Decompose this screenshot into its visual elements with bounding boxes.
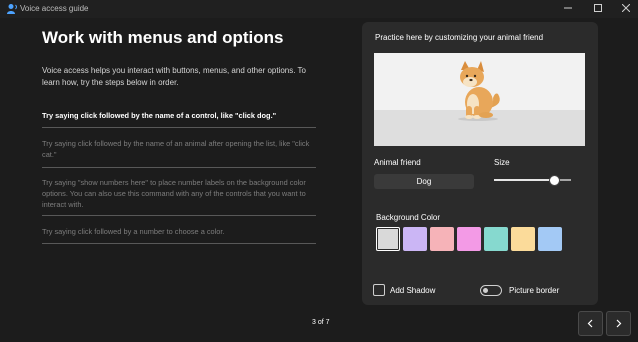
shiba-dog-illustration xyxy=(458,61,500,121)
divider xyxy=(42,243,316,244)
window-title: Voice access guide xyxy=(20,4,89,13)
toggle-knob xyxy=(483,288,488,293)
color-swatch-6[interactable] xyxy=(511,227,535,251)
color-swatch-1[interactable] xyxy=(376,227,400,251)
size-label: Size xyxy=(494,158,510,167)
person-voice-icon xyxy=(7,4,17,14)
minimize-button[interactable] xyxy=(554,1,582,17)
step-4: Try saying click followed by a number to… xyxy=(42,227,225,236)
practice-panel: Practice here by customizing your animal… xyxy=(362,22,598,305)
divider xyxy=(42,127,316,128)
panel-title: Practice here by customizing your animal… xyxy=(375,33,544,42)
add-shadow-checkbox[interactable] xyxy=(373,284,385,296)
next-button[interactable] xyxy=(606,311,631,336)
maximize-icon xyxy=(594,4,602,12)
animal-friend-label: Animal friend xyxy=(374,158,421,167)
add-shadow-label: Add Shadow xyxy=(390,286,436,295)
intro-text: Voice access helps you interact with but… xyxy=(42,66,307,87)
background-color-label: Background Color xyxy=(376,213,441,222)
animal-friend-dropdown[interactable]: Dog xyxy=(374,174,474,189)
size-slider-fill xyxy=(494,179,555,181)
size-slider[interactable] xyxy=(494,175,571,186)
step-1: Try saying click followed by the name of… xyxy=(42,111,277,120)
color-swatch-3[interactable] xyxy=(430,227,454,251)
close-icon xyxy=(621,3,631,13)
page-title: Work with menus and options xyxy=(42,28,284,47)
close-button[interactable] xyxy=(612,1,638,17)
page-indicator: 3 of 7 xyxy=(312,319,330,326)
title-bar: Voice access guide xyxy=(0,0,638,18)
color-swatch-5[interactable] xyxy=(484,227,508,251)
previous-button[interactable] xyxy=(578,311,603,336)
divider xyxy=(42,215,316,216)
color-swatch-4[interactable] xyxy=(457,227,481,251)
picture-border-label: Picture border xyxy=(509,286,560,295)
maximize-button[interactable] xyxy=(584,1,612,17)
picture-border-toggle[interactable] xyxy=(480,285,502,296)
color-swatch-2[interactable] xyxy=(403,227,427,251)
chevron-right-icon xyxy=(616,319,622,328)
divider xyxy=(42,167,316,168)
minimize-icon xyxy=(564,7,572,9)
step-3: Try saying "show numbers here" to place … xyxy=(42,178,306,209)
animal-preview xyxy=(374,53,585,146)
color-swatch-7[interactable] xyxy=(538,227,562,251)
size-slider-thumb[interactable] xyxy=(549,175,561,186)
step-2: Try saying click followed by the name of… xyxy=(42,139,310,159)
chevron-left-icon xyxy=(587,319,593,328)
